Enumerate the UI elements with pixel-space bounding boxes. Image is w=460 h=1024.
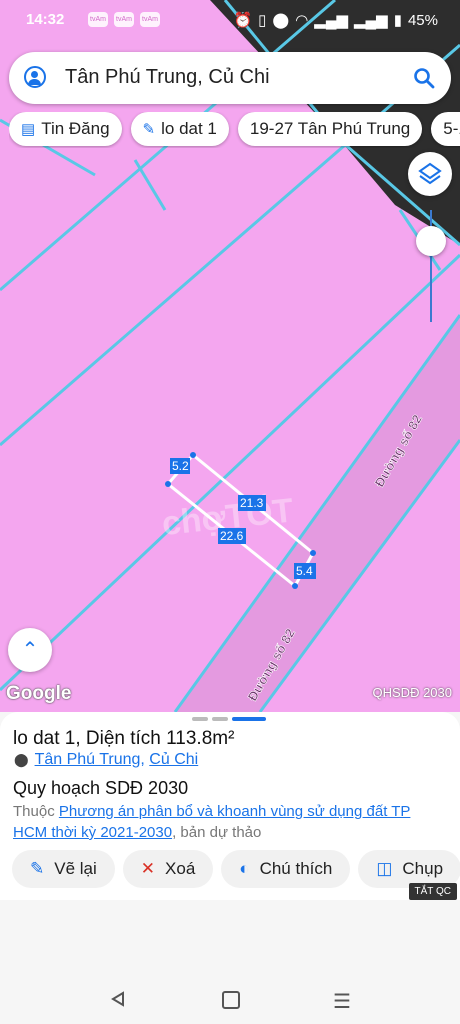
parcel-lines [0,0,460,712]
map-view[interactable]: chợTỐT 5.2 21.3 22.6 5.4 Đường số 82 Đườ… [0,0,460,712]
location-sep: , [140,751,150,768]
camera-icon: ◫ [376,859,393,878]
status-bar: 14:32 tvAm tvAm tvAm ⏰ ▯ ⬤ ◠ ▂▄▆ ▂▄▆ ▮ 4… [0,0,460,40]
dim-text-3: 22.6 [220,529,244,543]
expand-up-button[interactable]: ⌃ [8,628,52,672]
dim-text-2: 21.3 [240,496,264,510]
search-input[interactable]: Tân Phú Trung, Củ Chi [65,66,270,89]
map-source-label: QHSDĐ 2030 [372,685,452,700]
ad-off-tag[interactable]: TẮT QC [408,883,457,900]
signal-icon: ▂▄▆ [354,12,388,29]
plan-desc-suffix: , bản dự thảo [172,824,262,841]
status-time: 14:32 [26,11,65,28]
delete-button[interactable]: ✕ Xoá [122,850,214,888]
wifi-icon: ◠ [295,12,309,29]
notification-app-icon: tvAm [140,12,160,27]
location-icon: ⬤ [272,12,290,29]
legend-label: Chú thích [259,859,333,878]
delete-label: Xoá [165,859,196,878]
action-buttons: ✎ Vẽ lại ✕ Xoá ◐ Chú thích ◫ Chụp [12,850,460,890]
chip-tin-dang[interactable]: ▤ Tin Đăng [9,112,122,146]
dim-label-2: 21.3 [238,495,266,511]
google-logo: Google [6,683,72,704]
layers-button[interactable] [408,152,452,196]
measure-icon: ✎ [142,121,156,138]
dim-label-3: 22.6 [218,528,246,544]
home-icon[interactable] [222,991,240,1009]
dim-label-4: 5.4 [294,563,316,579]
signal-icon: ▂▄▆ [314,12,348,29]
account-icon[interactable] [24,66,46,88]
capture-label: Chụp [402,859,444,878]
district-link[interactable]: Củ Chi [149,751,198,768]
chip-label: 5-13 [443,119,460,138]
plan-title: Quy hoạch SDĐ 2030 [13,778,189,798]
plan-description: Thuộc Phương án phân bổ và khoanh vùng s… [13,801,438,843]
search-icon[interactable] [412,66,436,90]
legend-button[interactable]: ◐ Chú thích [221,850,351,888]
battery-icon: ▮ [393,12,402,29]
chip-label: 19-27 Tân Phú Trung [249,119,411,138]
status-right: ⏰ ▯ ⬤ ◠ ▂▄▆ ▂▄▆ ▮ 45% [233,11,438,30]
search-bar[interactable]: Tân Phú Trung, Củ Chi [9,52,451,104]
contrast-icon: ◐ [239,859,250,878]
ward-link[interactable]: Tân Phú Trung [35,751,141,768]
table-icon: ▤ [21,121,36,138]
redraw-label: Vẽ lại [54,859,97,878]
opacity-slider-handle[interactable] [416,226,446,256]
parcel-title: lo dat 1, Diện tích 113.8m² [13,728,235,749]
chip-lo-dat[interactable]: ✎ lo dat 1 [130,112,229,146]
dim-text-1: 5.2 [172,459,189,473]
redraw-button[interactable]: ✎ Vẽ lại [12,850,115,888]
chevron-up-icon: ⌃ [21,639,39,661]
dim-label-1: 5.2 [170,458,190,474]
info-sheet: lo dat 1, Diện tích 113.8m² ⬤ Tân Phú Tru… [0,712,460,900]
dim-text-4: 5.4 [296,564,313,578]
chip-label: Tin Đăng [41,119,110,138]
filter-chips: ▤ Tin Đăng ✎ lo dat 1 19-27 Tân Phú Trun… [9,112,460,148]
measure-icon: ✎ [30,859,45,878]
chip-address[interactable]: 19-27 Tân Phú Trung [237,112,423,146]
parcel-location: ⬤ Tân Phú Trung, Củ Chi [14,751,198,769]
vibrate-icon: ▯ [258,12,267,29]
back-icon[interactable] [110,991,126,1007]
recents-icon[interactable]: ☰ [333,989,351,1014]
pin-icon: ⬤ [14,752,29,767]
close-icon: ✕ [140,859,156,878]
notification-icons: tvAm tvAm tvAm [88,12,160,27]
chip-address-2[interactable]: 5-13 [431,112,460,146]
notification-app-icon: tvAm [114,12,134,27]
map-canvas[interactable]: chợTỐT 5.2 21.3 22.6 5.4 Đường số 82 Đườ… [0,0,460,712]
notification-app-icon: tvAm [88,12,108,27]
battery-percent: 45% [407,11,438,29]
chip-label: lo dat 1 [161,119,217,138]
system-nav-bar: ☰ [0,972,460,1024]
sheet-handle[interactable] [192,717,266,721]
layers-icon [418,162,442,185]
alarm-icon: ⏰ [233,12,253,29]
plan-desc-prefix: Thuộc [13,803,59,820]
